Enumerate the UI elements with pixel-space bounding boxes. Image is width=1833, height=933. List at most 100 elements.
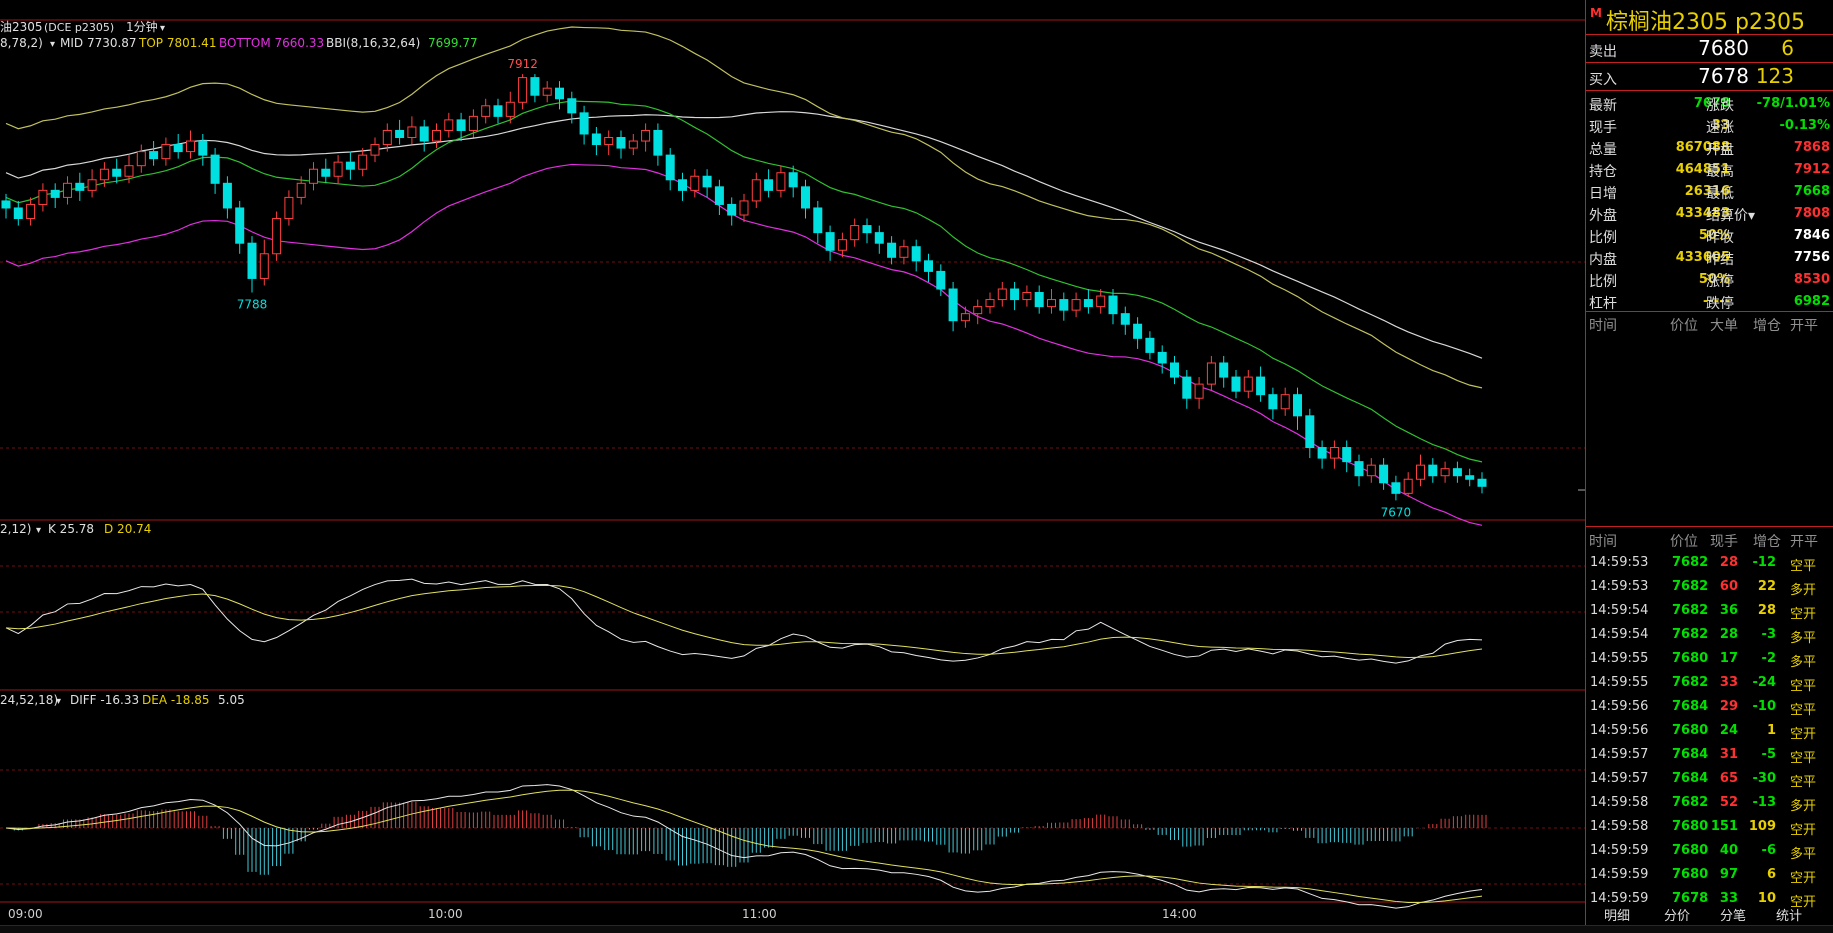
candle-body <box>1133 323 1143 339</box>
candle <box>1059 292 1069 321</box>
market-mark: M <box>1590 6 1602 20</box>
tick-inc: -3 <box>1761 627 1776 642</box>
candle-body <box>1022 292 1032 301</box>
candle <box>63 176 72 205</box>
kline-chart-area[interactable]: 油2305 (DCE p2305) 1分钟 ▾ 8,78,2) ▾ MID 77… <box>0 0 1585 925</box>
mid-line <box>5 100 1483 463</box>
stat-value: -78/1.01% <box>1756 96 1830 111</box>
candle <box>874 225 884 254</box>
candle <box>26 197 36 226</box>
candle <box>1366 458 1376 483</box>
candle <box>186 130 195 159</box>
candle <box>604 130 614 156</box>
candle-body <box>493 105 503 117</box>
tab-detail[interactable]: 明细 <box>1604 905 1630 924</box>
bottom-value: BOTTOM 7660.33 <box>219 36 324 50</box>
tick-price: 7680 <box>1672 867 1709 882</box>
tab-stats[interactable]: 统计 <box>1776 905 1802 924</box>
stat-label: 开盘 <box>1706 142 1734 158</box>
tick-inc: -30 <box>1752 771 1777 786</box>
buy-row: 买入 7678 123 <box>1586 63 1833 90</box>
col-inc: 增仓 <box>1753 318 1781 334</box>
top-value: TOP 7801.41 <box>138 36 216 50</box>
tick-inc: -5 <box>1761 747 1776 762</box>
candle-body <box>505 101 515 117</box>
tick-time: 14:59:56 <box>1590 723 1649 738</box>
candle <box>739 193 749 223</box>
candle <box>1243 370 1253 399</box>
candle-body <box>296 182 306 198</box>
candle <box>924 253 933 282</box>
candle <box>887 236 897 265</box>
tick-time: 14:59:55 <box>1590 651 1649 666</box>
candle <box>358 148 368 177</box>
tick-price: 7682 <box>1672 627 1709 642</box>
tick-time: 14:59:53 <box>1590 579 1649 594</box>
tick-type: 多平 <box>1790 847 1817 862</box>
candle <box>985 292 995 314</box>
tick-row: 14:59:55 7682 33 -24 空平 <box>1586 672 1833 696</box>
chevron-down-icon[interactable]: ▾ <box>36 525 41 536</box>
candle-body <box>1452 468 1462 477</box>
candle-body <box>1 200 11 209</box>
quote-row: 内盘 433605 昨结 7756 <box>1586 247 1833 269</box>
candle <box>161 137 171 166</box>
candle <box>222 176 232 219</box>
stat-value: 7912 <box>1793 162 1830 177</box>
chevron-down-icon[interactable]: ▾ <box>50 39 55 50</box>
candle-body <box>186 140 195 153</box>
candle <box>210 148 220 194</box>
candle-body <box>1465 475 1475 480</box>
buy-label: 买入 <box>1589 72 1617 88</box>
divider <box>1586 311 1833 312</box>
tick-hand: 40 <box>1719 843 1738 858</box>
candle <box>530 74 540 103</box>
candle-body <box>370 144 380 156</box>
candle <box>714 179 724 216</box>
stat-label: 总量 <box>1589 142 1617 158</box>
candle-body <box>112 168 122 177</box>
tab-tick[interactable]: 分笔 <box>1720 905 1746 924</box>
candle-body <box>345 161 355 170</box>
candle <box>1182 370 1192 409</box>
candle-body <box>309 168 318 184</box>
chevron-down-icon[interactable]: ▾ <box>160 23 165 34</box>
d-line <box>5 584 1483 658</box>
tick-row: 14:59:54 7682 36 28 空开 <box>1586 600 1833 624</box>
tick-hand: 33 <box>1719 675 1738 690</box>
candle-body <box>432 129 441 142</box>
stat-value: 7668 <box>1793 184 1830 199</box>
candle <box>751 172 761 208</box>
period-selector[interactable]: 1分钟 <box>126 19 158 34</box>
candle <box>87 169 97 198</box>
candle <box>1305 408 1315 459</box>
candle-body <box>1354 461 1364 477</box>
tick-hand: 151 <box>1710 819 1738 834</box>
tick-type: 空开 <box>1790 607 1817 622</box>
col-type: 开平 <box>1790 534 1818 550</box>
candle <box>1206 355 1216 392</box>
tick-price: 7680 <box>1672 843 1709 858</box>
stat-value: 7756 <box>1793 250 1830 265</box>
candle-body <box>382 129 392 146</box>
candle-body <box>481 105 491 117</box>
tick-type: 多开 <box>1790 799 1817 814</box>
candle-body <box>1256 376 1266 396</box>
buy-volume: 123 <box>1755 64 1794 88</box>
tick-type: 空开 <box>1790 823 1817 838</box>
candle <box>321 158 331 184</box>
chevron-down-icon[interactable]: ▾ <box>56 696 61 707</box>
kd-header: 2,12) ▾ K 25.78 D 20.74 <box>0 522 151 536</box>
tick-price: 7680 <box>1672 819 1709 834</box>
kd-params: 2,12) <box>0 522 31 536</box>
candle-body <box>714 186 724 205</box>
candle <box>1391 475 1401 501</box>
candle <box>345 151 355 180</box>
candle-body <box>321 168 331 177</box>
tab-price-dist[interactable]: 分价 <box>1664 905 1690 924</box>
candle <box>1329 440 1339 469</box>
candle-body <box>653 129 663 156</box>
candle-body <box>75 182 85 191</box>
candle-body <box>1157 351 1167 364</box>
candle-body <box>1305 415 1315 449</box>
